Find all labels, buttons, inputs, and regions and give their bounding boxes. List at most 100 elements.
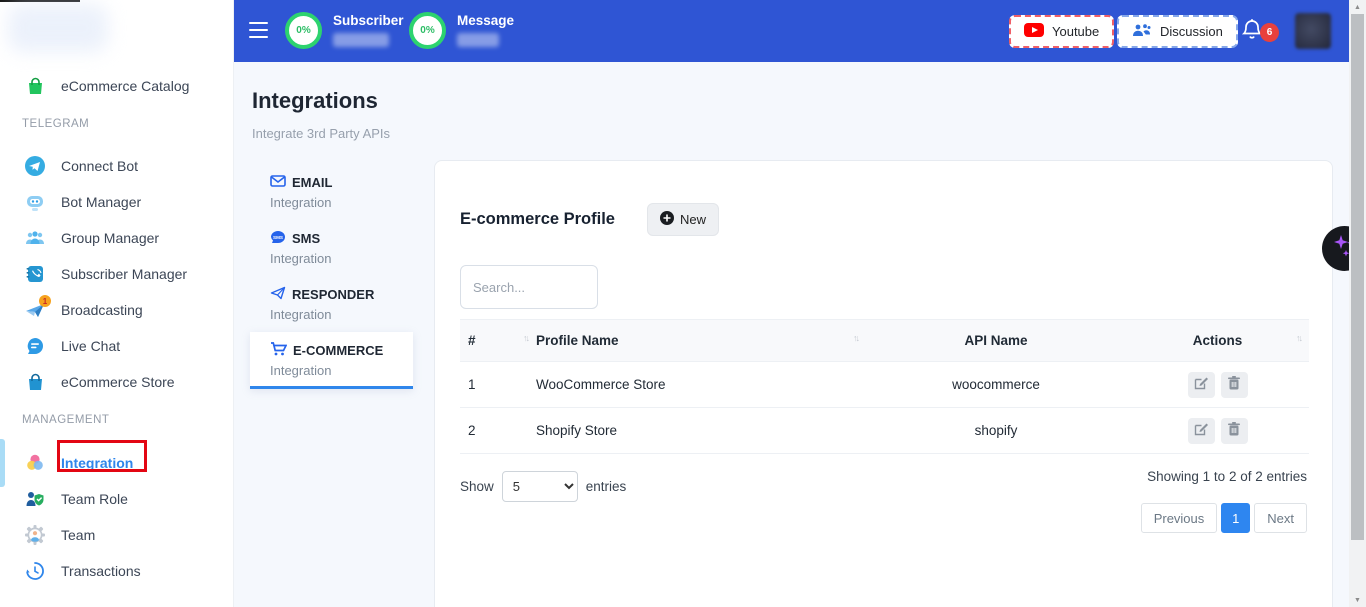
sidebar-section-management: MANAGEMENT <box>0 403 233 437</box>
sidebar-item-bot-manager[interactable]: Bot Manager <box>0 184 233 220</box>
edit-button[interactable] <box>1188 418 1215 444</box>
column-header-profile-name[interactable]: Profile Name↑↓ <box>536 320 866 362</box>
page-1-button[interactable]: 1 <box>1221 503 1250 533</box>
sidebar-item-subscriber-manager[interactable]: Subscriber Manager <box>0 256 233 292</box>
sidebar-item-transactions[interactable]: Transactions <box>0 553 233 589</box>
previous-page-button[interactable]: Previous <box>1141 503 1218 533</box>
subnav-responder-integration[interactable]: RESPONDER Integration <box>250 276 413 330</box>
sidebar-item-team-role[interactable]: Team Role <box>0 481 233 517</box>
integration-subnav: EMAIL Integration SMS SMS Integration RE… <box>250 164 413 391</box>
history-clock-icon <box>24 560 46 582</box>
color-circles-icon <box>24 452 46 474</box>
subnav-item-subtitle: Integration <box>270 192 413 212</box>
page-subtitle: Integrate 3rd Party APIs <box>252 126 390 141</box>
subnav-item-title: EMAIL <box>292 175 332 190</box>
menu-toggle-icon[interactable] <box>249 22 268 38</box>
user-avatar-blurred[interactable] <box>1295 13 1331 49</box>
sidebar-item-label: Broadcasting <box>61 302 143 318</box>
sort-icon: ↑↓ <box>523 333 528 343</box>
subnav-ecommerce-integration[interactable]: E-COMMERCE Integration <box>250 332 413 389</box>
page-size-select[interactable]: 5 <box>502 471 578 502</box>
broadcast-plane-icon: 1 <box>24 299 46 321</box>
panel-heading: E-commerce Profile <box>460 210 615 229</box>
cart-icon <box>270 342 287 359</box>
subnav-sms-integration[interactable]: SMS SMS Integration <box>250 220 413 274</box>
message-stat: 0% Message <box>409 12 514 49</box>
message-stat-value-blurred <box>457 33 499 47</box>
send-plane-icon <box>270 286 286 303</box>
sidebar-item-broadcasting[interactable]: 1 Broadcasting <box>0 292 233 328</box>
sidebar-item-team[interactable]: Team <box>0 517 233 553</box>
search-input[interactable] <box>460 265 598 309</box>
show-label: Show <box>460 479 494 494</box>
showing-entries-text: Showing 1 to 2 of 2 entries <box>1147 469 1307 484</box>
youtube-button[interactable]: Youtube <box>1009 15 1114 48</box>
next-page-button[interactable]: Next <box>1254 503 1307 533</box>
scrollbar-up-arrow[interactable]: ▲ <box>1349 0 1366 14</box>
scrollbar-down-arrow[interactable]: ▼ <box>1349 593 1366 607</box>
telegram-icon <box>24 155 46 177</box>
profiles-table: #↑↓ Profile Name↑↓ API Name Actions↑↓ 1 … <box>460 319 1309 454</box>
broadcast-badge: 1 <box>39 295 51 307</box>
column-header-num[interactable]: #↑↓ <box>460 320 536 362</box>
table-row: 2 Shopify Store shopify <box>460 408 1309 454</box>
column-header-api-name[interactable]: API Name <box>866 320 1126 362</box>
subnav-item-title: SMS <box>292 231 320 246</box>
api-name-cell: woocommerce <box>866 362 1126 408</box>
scrollbar-thumb[interactable] <box>1351 14 1364 540</box>
gear-person-icon <box>24 524 46 546</box>
ecommerce-profile-card: E-commerce Profile New #↑↓ Profile Name↑… <box>434 160 1333 607</box>
shopping-bag-green-icon <box>24 75 46 97</box>
sidebar-item-ecommerce-store[interactable]: eCommerce Store <box>0 364 233 400</box>
subnav-item-subtitle: Integration <box>270 304 413 324</box>
top-header-bar: 0% Subscriber 0% Message Youtube Discuss… <box>234 0 1349 62</box>
people-group-icon <box>24 227 46 249</box>
browser-scrollbar[interactable]: ▲ ▼ <box>1349 0 1366 607</box>
api-name-cell: shopify <box>866 408 1126 454</box>
sidebar-item-ecommerce-catalog[interactable]: eCommerce Catalog <box>0 68 233 104</box>
table-header-row: #↑↓ Profile Name↑↓ API Name Actions↑↓ <box>460 320 1309 362</box>
delete-button[interactable] <box>1221 418 1248 444</box>
edit-pencil-icon <box>1194 422 1208 439</box>
sidebar-item-label: Bot Manager <box>61 194 141 210</box>
subnav-item-title: RESPONDER <box>292 287 374 302</box>
new-profile-button[interactable]: New <box>647 203 719 236</box>
subnav-item-subtitle: Integration <box>270 248 413 268</box>
sidebar-item-group-manager[interactable]: Group Manager <box>0 220 233 256</box>
sort-icon: ↑↓ <box>853 333 858 343</box>
sidebar-item-label: Connect Bot <box>61 158 138 174</box>
subnav-item-title: E-COMMERCE <box>293 343 383 358</box>
shopping-bag-blue-icon <box>24 371 46 393</box>
profile-name-cell: Shopify Store <box>536 408 866 454</box>
profile-name-cell: WooCommerce Store <box>536 362 866 408</box>
contact-book-icon <box>24 263 46 285</box>
trash-icon <box>1228 376 1240 393</box>
sidebar-item-live-chat[interactable]: Live Chat <box>0 328 233 364</box>
subscriber-stat-value-blurred <box>333 33 389 47</box>
sidebar-item-label: eCommerce Catalog <box>61 78 189 94</box>
main-content: Integrations Integrate 3rd Party APIs EM… <box>234 62 1349 607</box>
subnav-email-integration[interactable]: EMAIL Integration <box>250 164 413 218</box>
sort-icon: ↑↓ <box>1296 333 1301 343</box>
notifications-bell[interactable]: 6 <box>1241 18 1271 48</box>
sidebar-item-label: Group Manager <box>61 230 159 246</box>
subscriber-stat-label: Subscriber <box>333 13 404 28</box>
message-stat-label: Message <box>457 13 514 28</box>
window-edge-artifact <box>0 0 80 2</box>
column-header-actions[interactable]: Actions↑↓ <box>1126 320 1309 362</box>
sidebar-item-integration[interactable]: Integration <box>0 445 233 481</box>
edit-button[interactable] <box>1188 372 1215 398</box>
sidebar-item-label: Integration <box>61 455 133 471</box>
svg-text:SMS: SMS <box>273 235 283 240</box>
sidebar-item-label: Team <box>61 527 95 543</box>
sidebar-item-connect-bot[interactable]: Connect Bot <box>0 148 233 184</box>
table-row: 1 WooCommerce Store woocommerce <box>460 362 1309 408</box>
trash-icon <box>1228 422 1240 439</box>
robot-icon <box>24 191 46 213</box>
row-number: 1 <box>460 362 536 408</box>
delete-button[interactable] <box>1221 372 1248 398</box>
page-title: Integrations <box>252 88 378 114</box>
plus-circle-icon <box>660 211 674 228</box>
discussion-button[interactable]: Discussion <box>1117 15 1238 48</box>
subnav-item-subtitle: Integration <box>270 360 413 380</box>
